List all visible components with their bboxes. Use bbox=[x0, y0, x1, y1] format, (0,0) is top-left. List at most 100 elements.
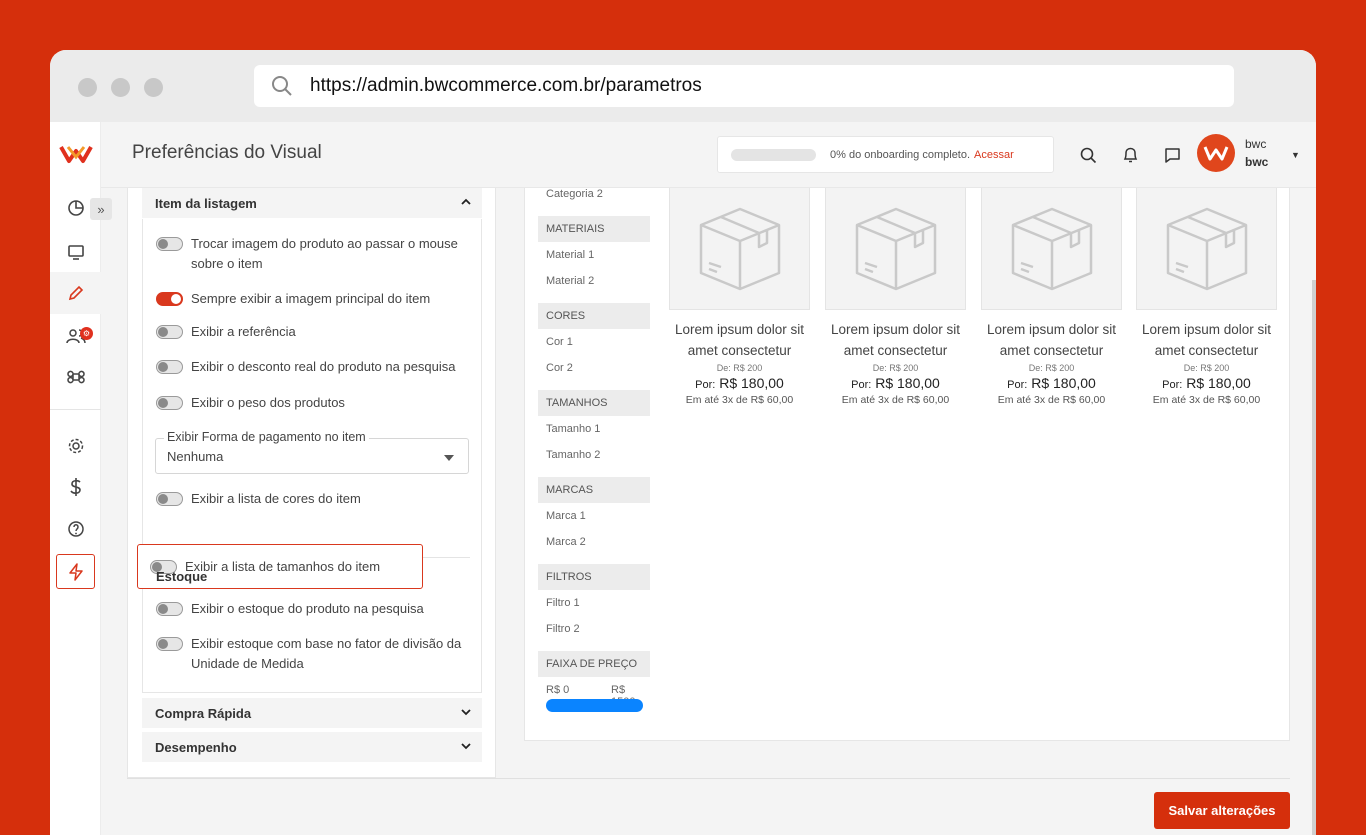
section-performance[interactable]: Desempenho bbox=[142, 732, 482, 762]
store-preview: Categoria 2 MATERIAIS Material 1 Materia… bbox=[524, 188, 1290, 741]
product-price: Por: R$ 180,00 bbox=[981, 375, 1122, 391]
toggle-swap-image[interactable] bbox=[156, 237, 183, 251]
onboarding-progress-bar bbox=[731, 148, 816, 161]
price-value: R$ 180,00 bbox=[719, 375, 784, 391]
section-title: Item da listagem bbox=[155, 195, 257, 211]
option-stock-search[interactable]: Exibir o estoque do produto na pesquisa bbox=[156, 599, 424, 619]
command-icon[interactable] bbox=[50, 357, 101, 397]
product-installments: Em até 3x de R$ 60,00 bbox=[997, 394, 1106, 406]
product-installments: Em até 3x de R$ 60,00 bbox=[685, 394, 794, 406]
user-name: bwc bbox=[1245, 137, 1267, 151]
scrollbar[interactable] bbox=[1312, 280, 1316, 835]
chat-icon[interactable] bbox=[1162, 145, 1182, 165]
option-swap-image[interactable]: Trocar imagem do produto ao passar o mou… bbox=[156, 234, 476, 273]
monitor-icon[interactable] bbox=[50, 232, 101, 272]
option-stock-unit[interactable]: Exibir estoque com base no fator de divi… bbox=[156, 634, 476, 673]
box-icon bbox=[1136, 188, 1277, 310]
product-old-price: De: R$ 200 bbox=[1028, 363, 1075, 373]
bell-icon[interactable] bbox=[1120, 145, 1140, 165]
product-installments: Em até 3x de R$ 60,00 bbox=[841, 394, 950, 406]
product-price: Por: R$ 180,00 bbox=[825, 375, 966, 391]
option-weight[interactable]: Exibir o peso dos produtos bbox=[156, 393, 345, 413]
option-reference[interactable]: Exibir a referência bbox=[156, 322, 296, 342]
filter-item: Cor 1 bbox=[546, 336, 573, 348]
box-icon bbox=[669, 188, 810, 310]
address-bar[interactable]: https://admin.bwcommerce.com.br/parametr… bbox=[254, 65, 1234, 107]
product-card: Lorem ipsum dolor sit amet consectetur D… bbox=[669, 188, 810, 406]
option-colors-list[interactable]: Exibir a lista de cores do item bbox=[156, 489, 361, 509]
product-old-price: De: R$ 200 bbox=[872, 363, 919, 373]
toggle-real-discount[interactable] bbox=[156, 360, 183, 374]
filter-heading: FAIXA DE PREÇO bbox=[538, 651, 650, 677]
window-dot-minimize[interactable] bbox=[111, 78, 130, 97]
filter-item: Tamanho 1 bbox=[546, 423, 601, 435]
option-label: Exibir o peso dos produtos bbox=[191, 395, 345, 410]
option-label: Trocar imagem do produto ao passar o mou… bbox=[191, 236, 458, 271]
section-quick-buy[interactable]: Compra Rápida bbox=[142, 698, 482, 728]
filter-heading: TAMANHOS bbox=[538, 390, 650, 416]
window-dot-maximize[interactable] bbox=[144, 78, 163, 97]
product-old-price: De: R$ 200 bbox=[1183, 363, 1230, 373]
dropdown-arrow-icon bbox=[444, 455, 454, 461]
users-badge: ⚙ bbox=[80, 327, 93, 340]
gear-icon[interactable] bbox=[50, 426, 101, 466]
price-prefix: Por: bbox=[1007, 379, 1028, 391]
url-text: https://admin.bwcommerce.com.br/parametr… bbox=[310, 75, 702, 96]
price-prefix: Por: bbox=[1162, 379, 1183, 391]
price-prefix: Por: bbox=[851, 379, 872, 391]
product-price: Por: R$ 180,00 bbox=[1136, 375, 1277, 391]
toggle-stock-unit[interactable] bbox=[156, 637, 183, 651]
price-prefix: Por: bbox=[695, 379, 716, 391]
sidebar: ⚙ bbox=[50, 122, 101, 835]
option-label: Exibir estoque com base no fator de divi… bbox=[191, 636, 462, 671]
avatar[interactable] bbox=[1197, 134, 1235, 172]
bolt-icon[interactable] bbox=[56, 554, 95, 589]
price-value: R$ 180,00 bbox=[1186, 375, 1251, 391]
price-min: R$ 0 bbox=[546, 684, 570, 696]
option-label: Exibir a referência bbox=[191, 324, 296, 339]
option-main-image[interactable]: Sempre exibir a imagem principal do item bbox=[156, 289, 430, 309]
product-installments: Em até 3x de R$ 60,00 bbox=[1152, 394, 1261, 406]
save-button[interactable]: Salvar alterações bbox=[1154, 792, 1290, 829]
product-card: Lorem ipsum dolor sit amet consectetur D… bbox=[825, 188, 966, 406]
product-name: Lorem ipsum dolor sit amet consectetur bbox=[1141, 322, 1272, 358]
toggle-colors-list[interactable] bbox=[156, 492, 183, 506]
page-title: Preferências do Visual bbox=[132, 142, 322, 163]
select-value: Nenhuma bbox=[167, 449, 224, 464]
search-icon[interactable] bbox=[1078, 145, 1098, 165]
product-name: Lorem ipsum dolor sit amet consectetur bbox=[674, 322, 805, 358]
toggle-stock-search[interactable] bbox=[156, 602, 183, 616]
toggle-weight[interactable] bbox=[156, 396, 183, 410]
option-real-discount[interactable]: Exibir o desconto real do produto na pes… bbox=[156, 357, 456, 377]
product-name: Lorem ipsum dolor sit amet consectetur bbox=[830, 322, 961, 358]
payment-method-select[interactable]: Exibir Forma de pagamento no item Nenhum… bbox=[155, 430, 469, 474]
filter-heading: CORES bbox=[538, 303, 650, 329]
filter-item: Categoria 2 bbox=[546, 188, 603, 200]
onboarding-link[interactable]: Acessar bbox=[974, 149, 1014, 161]
select-label: Exibir Forma de pagamento no item bbox=[164, 430, 369, 444]
filter-item: Cor 2 bbox=[546, 362, 573, 374]
chevron-down-icon bbox=[460, 740, 472, 755]
brand-logo[interactable] bbox=[50, 134, 101, 174]
user-company: bwc bbox=[1245, 155, 1269, 169]
top-bar: Preferências do Visual 0% do onboarding … bbox=[101, 122, 1316, 188]
chevron-up-icon bbox=[460, 196, 472, 211]
toggle-reference[interactable] bbox=[156, 325, 183, 339]
section-item-listing[interactable]: Item da listagem bbox=[142, 188, 482, 218]
admin-app: ⚙ Preferências do Visual 0% do onboardin… bbox=[50, 122, 1316, 835]
expand-sidebar-icon[interactable]: » bbox=[90, 198, 112, 220]
chevron-down-icon bbox=[460, 706, 472, 721]
window-dot-close[interactable] bbox=[78, 78, 97, 97]
onboarding-progress: 0% do onboarding completo. Acessar bbox=[717, 136, 1054, 173]
pencil-icon[interactable] bbox=[50, 272, 101, 314]
sidebar-divider bbox=[50, 409, 101, 410]
option-label: Sempre exibir a imagem principal do item bbox=[191, 291, 431, 306]
chevron-down-icon[interactable]: ▼ bbox=[1291, 150, 1300, 160]
users-icon[interactable]: ⚙ bbox=[50, 316, 101, 356]
product-price: Por: R$ 180,00 bbox=[669, 375, 810, 391]
toggle-main-image[interactable] bbox=[156, 292, 183, 306]
dollar-icon[interactable] bbox=[50, 467, 101, 507]
price-range-slider bbox=[546, 699, 643, 712]
filter-heading: FILTROS bbox=[538, 564, 650, 590]
help-icon[interactable] bbox=[50, 509, 101, 549]
